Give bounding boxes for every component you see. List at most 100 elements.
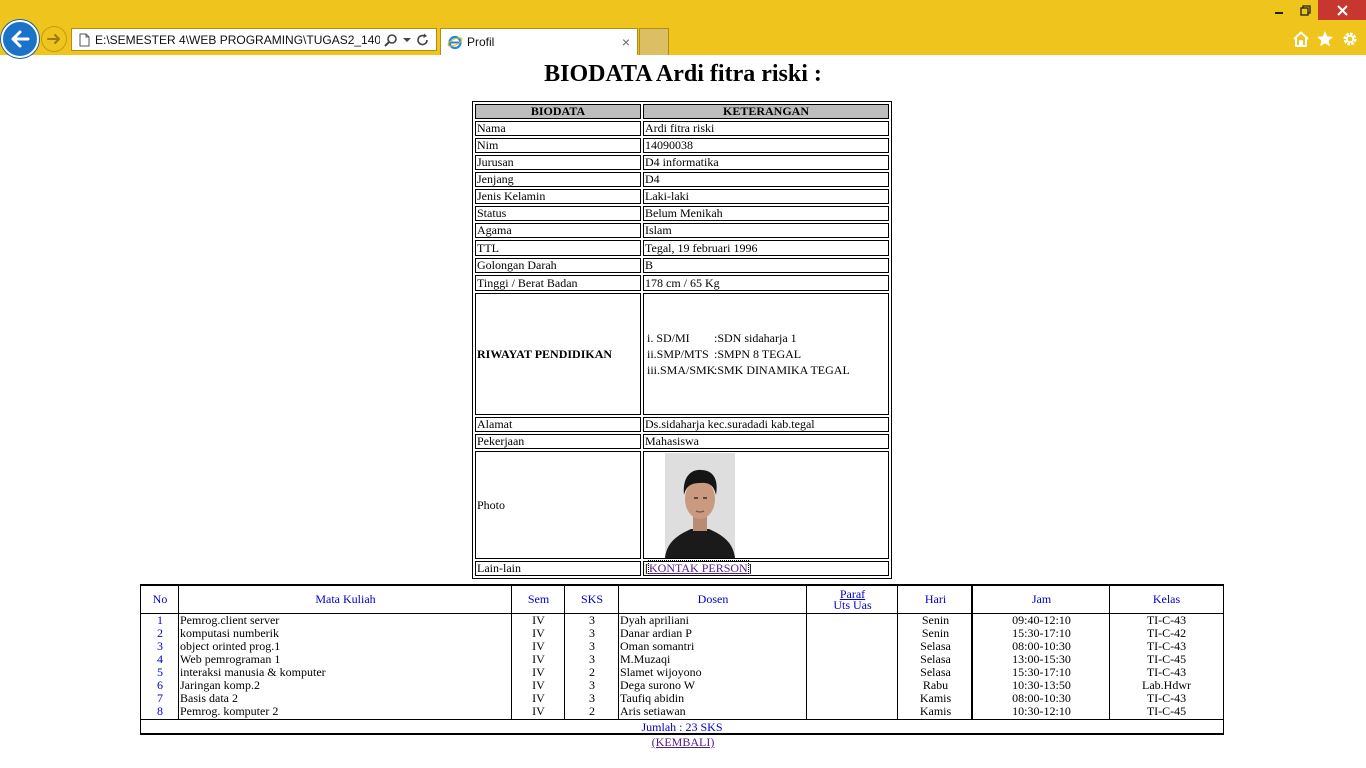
address-label: Alamat (475, 417, 641, 432)
header-keterangan: KETERANGAN (643, 104, 889, 119)
row-label: Jurusan (475, 155, 641, 170)
table-row: Jenjang D4 (475, 172, 889, 187)
table-row: Jenis Kelamin Laki-laki (475, 189, 889, 204)
education-item: i. SD/MI :SDN sidaharja 1 (647, 330, 887, 346)
schedule-cell-lecturer: Aris setiawan (620, 704, 686, 718)
header-paraf-group: Paraf Uts Uas (807, 586, 898, 613)
row-label: Golongan Darah (475, 258, 641, 273)
header-time: Jam (1031, 592, 1052, 606)
back-button[interactable] (1, 20, 39, 58)
job-label: Pekerjaan (475, 434, 641, 449)
schedule-cell-no: 8 (157, 704, 163, 718)
header-biodata: BIODATA (475, 104, 641, 119)
address-text[interactable]: E:\SEMESTER 4\WEB PROGRAMING\TUGAS2_1409… (95, 33, 380, 47)
page-icon (79, 33, 90, 46)
header-course: Mata Kuliah (315, 592, 376, 606)
address-bar[interactable]: E:\SEMESTER 4\WEB PROGRAMING\TUGAS2_1409… (71, 28, 437, 51)
total-sks: Jumlah : 23 SKS (141, 719, 1223, 734)
header-class: Kelas (1152, 592, 1181, 606)
day-values: Senin Senin Selasa Selasa Selasa Rabu Kamis Kam… (898, 614, 973, 718)
sks-values: 33332332 (565, 614, 619, 718)
header-lecturer: Dosen (697, 592, 729, 606)
new-tab-button[interactable] (639, 28, 669, 55)
education-school: :SMPN 8 TEGAL (714, 347, 802, 361)
minimize-icon (1275, 12, 1283, 14)
table-row: Golongan Darah B (475, 258, 889, 273)
row-label: Tinggi / Berat Badan (475, 275, 641, 291)
education-level: i. SD/MI (647, 331, 690, 345)
sem-values: IV IV IV IV IV IV IV IV (512, 614, 565, 718)
header-no: No (152, 592, 168, 606)
other-label: Lain-lain (475, 561, 641, 576)
table-row: Status Belum Menikah (475, 206, 889, 221)
minimize-button[interactable] (1266, 0, 1292, 20)
schedule-cell-course: Pemrog. komputer 2 (180, 704, 279, 718)
education-item: ii.SMP/MTS :SMPN 8 TEGAL (647, 346, 887, 362)
ie-logo-icon (447, 35, 463, 50)
education-school: :SDN sidaharja 1 (714, 331, 797, 345)
photo-cell (643, 451, 889, 559)
settings-gear-icon[interactable] (1341, 30, 1359, 48)
window-close-button[interactable] (1318, 0, 1366, 20)
row-label: Status (475, 206, 641, 221)
photo-row: Photo (475, 451, 889, 559)
table-row: Pekerjaan Mahasiswa (475, 434, 889, 449)
course-values: Pemrog.client server komputasi numberik ob… (180, 614, 510, 718)
class-values: TI-C-43 TI-C-42 TI-C-43 TI-C-45 TI-C-43 Lab.H… (1110, 614, 1223, 718)
row-value: Belum Menikah (643, 206, 889, 221)
lecturer-values: Dyah apriliani Danar ardian P Oman somantr… (620, 614, 806, 718)
dropdown-icon[interactable] (402, 35, 412, 45)
header-sks: SKS (580, 592, 603, 606)
refresh-icon[interactable] (416, 33, 430, 47)
header-paraf-sub: Uts Uas (833, 597, 872, 612)
schedule-cell-sem: IV (532, 704, 545, 718)
profile-photo (665, 452, 735, 558)
row-value: D4 (643, 172, 889, 187)
search-icon[interactable] (384, 33, 398, 47)
schedule-cell-day: Kamis (919, 704, 952, 718)
restore-icon (1299, 4, 1311, 16)
table-row: Nama Ardi fitra riski (475, 121, 889, 136)
row-value: B (643, 258, 889, 273)
kembali-link[interactable]: (KEMBALI) (652, 735, 715, 749)
schedule-cell-class: TI-C-45 (1146, 704, 1187, 718)
row-value: Tegal, 19 februari 1996 (643, 240, 889, 256)
table-row: Lain-lain [KONTAK PERSON] (475, 560, 889, 576)
forward-button[interactable] (41, 26, 67, 52)
home-icon[interactable] (1292, 30, 1310, 48)
back-arrow-icon (11, 30, 30, 48)
close-tab-icon[interactable]: × (620, 35, 632, 49)
row-label: Jenjang (475, 172, 641, 187)
schedule-table: No Mata Kuliah Sem SKS Dosen Paraf Uts U… (140, 584, 1224, 735)
photo-label: Photo (475, 451, 641, 559)
close-icon (1336, 4, 1348, 16)
row-label: Jenis Kelamin (475, 189, 641, 204)
job-value: Mahasiswa (643, 434, 889, 449)
row-value: 14090038 (643, 138, 889, 153)
schedule-cell-time: 10:30-12:10 (1012, 704, 1071, 718)
tab-title: Profil (467, 35, 495, 49)
back-link-row: (KEMBALI) (0, 735, 1366, 749)
header-day: Hari (924, 592, 947, 606)
restore-button[interactable] (1292, 0, 1318, 20)
row-label: Nim (475, 138, 641, 153)
table-row: Alamat Ds.sidaharja kec.suradadi kab.tega… (475, 417, 889, 432)
row-value: 178 cm / 65 Kg (643, 275, 889, 291)
table-row: Nim 14090038 (475, 138, 889, 153)
row-value: Islam (643, 223, 889, 238)
tab-profil[interactable]: Profil × (440, 28, 638, 55)
row-label: Agama (475, 223, 641, 238)
forward-arrow-icon (47, 34, 60, 44)
education-label: RIWAYAT PENDIDIKAN (475, 293, 641, 415)
favorites-star-icon[interactable] (1316, 30, 1334, 48)
contact-person-link[interactable]: KONTAK PERSON (648, 560, 749, 576)
table-row: TTL Tegal, 19 februari 1996 (475, 240, 889, 256)
browser-toolbar: E:\SEMESTER 4\WEB PROGRAMING\TUGAS2_1409… (0, 0, 1366, 58)
education-level: ii.SMP/MTS (647, 347, 709, 361)
education-level: iii.SMA/SMK (647, 363, 716, 377)
row-value: Ardi fitra riski (643, 121, 889, 136)
no-values: 12345678 (141, 614, 179, 718)
schedule-cell-sks: 2 (589, 704, 595, 718)
row-label: TTL (475, 240, 641, 256)
table-row: Tinggi / Berat Badan 178 cm / 65 Kg (475, 275, 889, 291)
